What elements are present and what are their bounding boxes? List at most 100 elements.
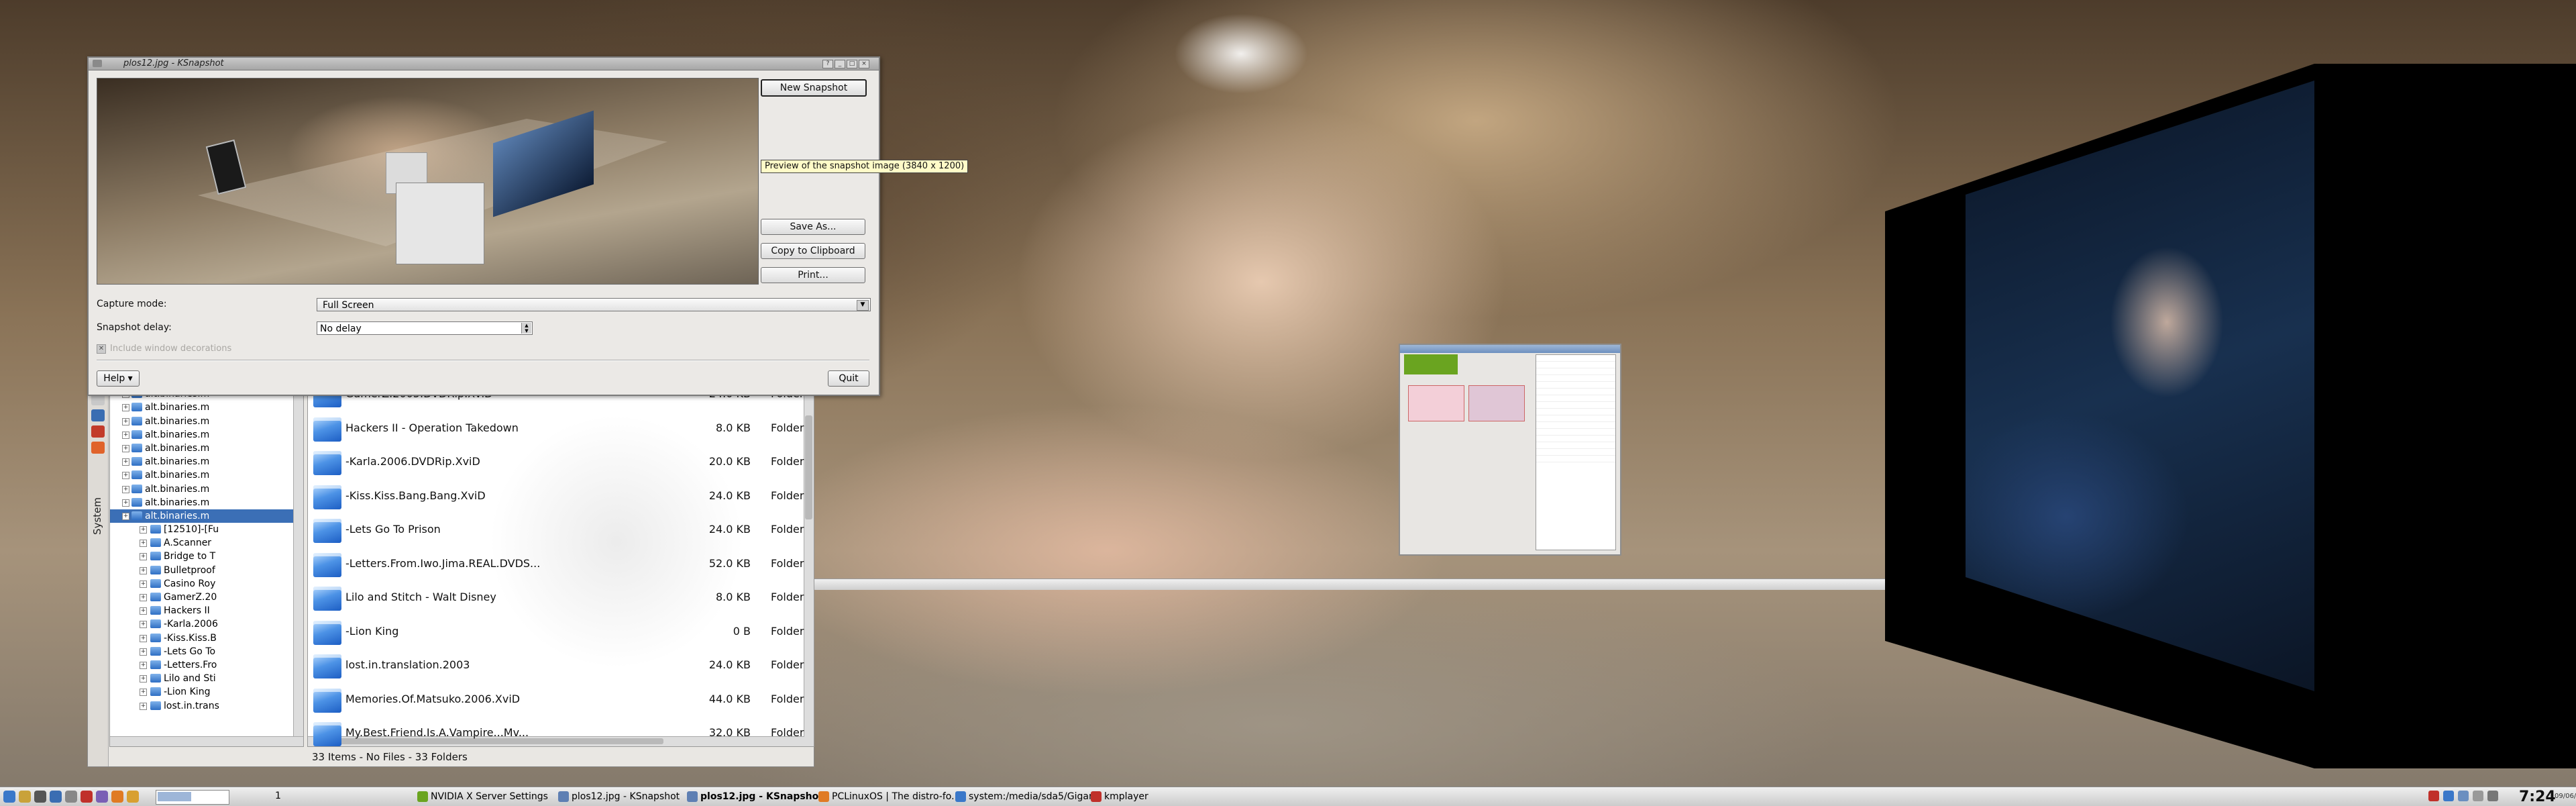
help-button[interactable]: Help ▾ (97, 370, 140, 387)
tree-item[interactable]: + Bulletproof (110, 564, 303, 577)
expand-icon[interactable]: + (140, 526, 147, 534)
taskbar-task[interactable]: PCLinuxOS | The distro-fo... (817, 790, 963, 803)
file-row[interactable]: Memories.Of.Matsuko.2006.XviD 44.0 KB Fold… (308, 683, 804, 717)
expand-icon[interactable]: + (140, 661, 147, 669)
tree-item[interactable]: + alt.binaries.m (110, 428, 303, 442)
ksnapshot-titlebar[interactable]: plos12.jpg - KSnapshot ? _ □ × (89, 58, 879, 70)
desktop-pager[interactable] (156, 790, 229, 805)
clipboard-icon[interactable] (2473, 791, 2483, 801)
tree-item[interactable]: + alt.binaries.m (110, 468, 303, 482)
copy-to-clipboard-button[interactable]: Copy to Clipboard (761, 243, 865, 259)
tree-item[interactable]: + alt.binaries.m (110, 442, 303, 455)
maximize-button[interactable]: □ (847, 60, 857, 68)
taskbar-task[interactable]: NVIDIA X Server Settings (416, 790, 558, 803)
tree-item[interactable]: + Casino Roy (110, 577, 303, 591)
update-icon[interactable] (2428, 791, 2439, 801)
expand-icon[interactable]: + (140, 607, 147, 615)
sidebar-tab-system[interactable]: System (91, 497, 103, 535)
chevron-down-icon[interactable]: ▼ (857, 300, 869, 311)
konqueror-icon[interactable] (50, 791, 62, 803)
tree-item[interactable]: + [12510]-[Fu (110, 523, 303, 536)
file-row[interactable]: -Letters.From.Iwo.Jima.REAL.DVDS... 52.0 … (308, 548, 804, 581)
expand-icon[interactable]: + (122, 458, 129, 466)
expand-icon[interactable]: + (122, 417, 129, 425)
network-icon[interactable] (91, 409, 105, 421)
tree-horizontal-scrollbar[interactable] (110, 736, 303, 746)
tree-item[interactable]: + Bridge to T (110, 550, 303, 563)
tree-item[interactable]: + alt.binaries.m (110, 496, 303, 509)
expand-icon[interactable]: + (140, 634, 147, 642)
minimize-button[interactable]: _ (835, 60, 845, 68)
expand-icon[interactable]: + (122, 485, 129, 493)
tree-item[interactable]: + alt.binaries.m (110, 509, 303, 523)
expand-icon[interactable]: + (122, 472, 129, 480)
close-button[interactable]: × (859, 60, 869, 68)
list-vertical-scrollbar[interactable] (804, 374, 814, 746)
snapshot-preview[interactable] (97, 78, 759, 285)
tree-item[interactable]: + alt.binaries.m (110, 483, 303, 496)
snapshot-delay-spinbox[interactable]: No delay ▲ ▼ (317, 321, 533, 335)
tree-item[interactable]: + -Lion King (110, 685, 303, 699)
file-list[interactable]: GamerZ.2005.DVDRip.XviD24.0 KBFolder04/0… (307, 373, 814, 747)
file-row[interactable]: -Lets Go To Prison24.0 KBFolder04/02/07 … (308, 513, 804, 547)
quit-button[interactable]: Quit (828, 370, 869, 387)
tree-item[interactable]: + -Kiss.Kiss.B (110, 632, 303, 645)
expand-icon[interactable]: + (140, 689, 147, 697)
tree-item[interactable]: + Hackers II (110, 604, 303, 617)
volume-icon[interactable] (2458, 791, 2469, 801)
expand-icon[interactable]: + (140, 594, 147, 601)
expand-icon[interactable]: + (140, 566, 147, 574)
folder-tree[interactable]: + alt.binaries.m + alt.binaries.m + alt.binar… (109, 373, 304, 747)
file-row[interactable]: lost.in.translation.200324.0 KBFolder05/… (308, 649, 804, 683)
taskbar-task[interactable]: system:/media/sda5/Gigan... (954, 790, 1097, 803)
expand-icon[interactable]: + (140, 553, 147, 561)
taskbar-task[interactable]: plos12.jpg - KSnapshot (686, 790, 828, 803)
mail-icon[interactable] (65, 791, 77, 803)
expand-icon[interactable]: + (140, 580, 147, 588)
expand-icon[interactable]: + (122, 512, 129, 520)
new-snapshot-button[interactable]: New Snapshot (761, 79, 867, 97)
expand-icon[interactable]: + (140, 621, 147, 629)
browser-icon[interactable] (127, 791, 139, 803)
expand-icon[interactable]: + (140, 702, 147, 710)
expand-icon[interactable]: + (122, 499, 129, 507)
help-window-button[interactable]: ? (822, 60, 833, 68)
expand-icon[interactable]: + (140, 540, 147, 548)
expand-icon[interactable]: + (140, 648, 147, 656)
pager-current-desktop[interactable] (158, 792, 191, 801)
tree-item[interactable]: + alt.binaries.m (110, 401, 303, 414)
tree-item[interactable]: + -Karla.2006 (110, 617, 303, 631)
taskbar-task[interactable]: kmplayer (1089, 790, 1185, 803)
firefox-icon[interactable] (111, 791, 123, 803)
media-icon[interactable] (91, 425, 105, 438)
expand-icon[interactable]: + (122, 431, 129, 439)
tree-item[interactable]: + lost.in.trans (110, 699, 303, 713)
tree-item[interactable]: + Lilo and Sti (110, 672, 303, 685)
tree-item[interactable]: + alt.binaries.m (110, 415, 303, 428)
spin-arrows-icon[interactable]: ▲ ▼ (521, 323, 531, 334)
tree-item[interactable]: + alt.binaries.m (110, 455, 303, 468)
save-as-button[interactable]: Save As... (761, 219, 865, 235)
file-row[interactable]: -Kiss.Kiss.Bang.Bang.XviD24.0 KBFolder04… (308, 480, 804, 513)
file-row[interactable]: Lilo and Stitch - Walt Disney 8.0 KB Folde… (308, 581, 804, 615)
expand-icon[interactable]: + (122, 404, 129, 412)
tree-item[interactable]: + -Letters.Fro (110, 658, 303, 672)
capture-mode-select[interactable]: Full Screen ▼ (317, 298, 871, 311)
messenger-icon[interactable] (96, 791, 108, 803)
history-icon[interactable] (91, 442, 105, 454)
terminal-icon[interactable] (34, 791, 46, 803)
media-player-icon[interactable] (80, 791, 93, 803)
file-row[interactable]: My.Best.Friend.Is.A.Vampire...Mv... 32.0 … (308, 717, 804, 746)
window-menu-icon[interactable] (93, 60, 102, 67)
network-tray-icon[interactable] (2443, 791, 2454, 801)
display-tray-icon[interactable] (2487, 791, 2498, 801)
print-button[interactable]: Print... (761, 267, 865, 283)
expand-icon[interactable]: + (122, 444, 129, 452)
tree-item[interactable]: + A.Scanner (110, 536, 303, 550)
tree-vertical-scrollbar[interactable] (293, 374, 303, 746)
home-folder-icon[interactable] (19, 791, 31, 803)
kmenu-icon[interactable] (3, 791, 15, 803)
file-row[interactable]: Hackers II - Operation Takedown 8.0 KB Fol… (308, 412, 804, 446)
clock[interactable]: 7:24 (2519, 789, 2556, 805)
tree-item[interactable]: + GamerZ.20 (110, 591, 303, 604)
